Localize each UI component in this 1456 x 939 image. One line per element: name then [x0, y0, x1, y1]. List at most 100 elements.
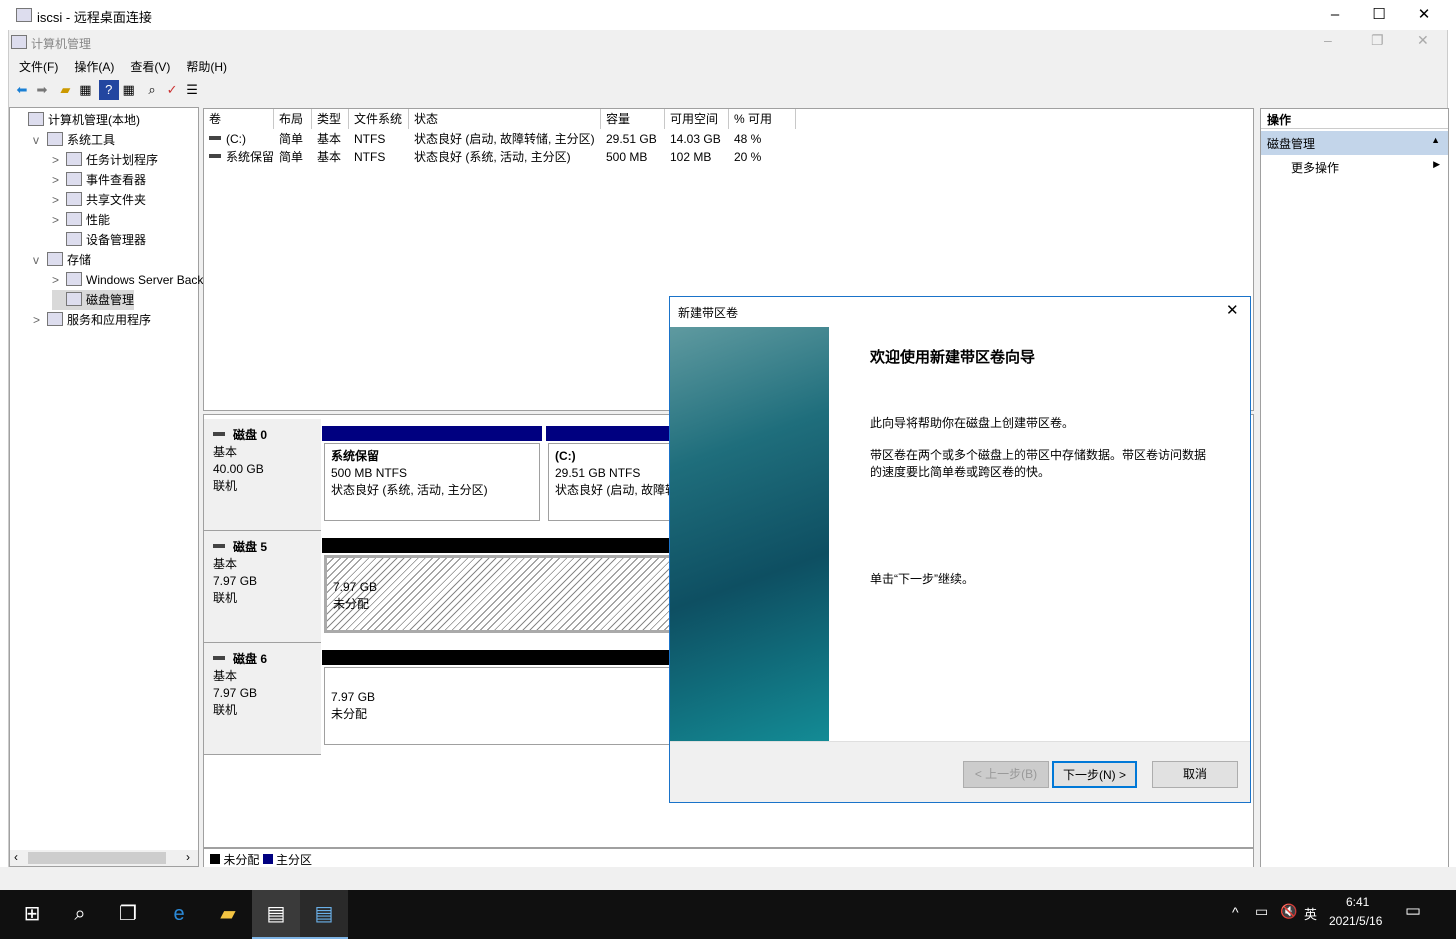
expander-icon[interactable]: v [33, 130, 47, 150]
column-header[interactable]: 类型 [312, 109, 349, 129]
forward-icon[interactable]: ➡ [32, 80, 52, 100]
menu-view[interactable]: 查看(V) [130, 60, 170, 74]
column-header[interactable]: 卷 [204, 109, 274, 129]
tree-item[interactable]: > 任务计划程序 [52, 150, 158, 170]
taskbar: ⊞ ⌕ ❐ e ▰ ▤ ▤ ^ ▭ 🔇 英 6:41 2021/5/16 ▭ [0, 890, 1456, 939]
column-header[interactable]: 状态 [409, 109, 601, 129]
dialog-close-button[interactable]: ✕ [1226, 301, 1239, 319]
actions-pane: 操作 磁盘管理 ▲ 更多操作 ▶ [1260, 108, 1449, 868]
volume-cell[interactable]: 48 % [729, 130, 761, 148]
tree-node-icon [66, 292, 82, 306]
volume-cell[interactable]: 状态良好 (启动, 故障转储, 主分区) [409, 130, 595, 148]
column-header[interactable]: 布局 [274, 109, 312, 129]
action-pane-icon[interactable]: ▦ [119, 80, 139, 100]
volume-cell[interactable]: 基本 [312, 148, 341, 166]
show-hidden-icons[interactable]: ^ [1232, 904, 1239, 920]
computer-management-taskbar-icon[interactable]: ▤ [300, 890, 348, 939]
minimize-button[interactable]: – [1313, 0, 1357, 30]
menu-file[interactable]: 文件(F) [19, 60, 58, 74]
wizard-continue-hint: 单击“下一步”继续。 [870, 572, 974, 586]
clock-date[interactable]: 2021/5/16 [1329, 914, 1382, 928]
volume-cell[interactable]: 29.51 GB [601, 130, 657, 148]
volume-cell[interactable]: 500 MB [601, 148, 647, 166]
expander-icon[interactable]: > [33, 310, 47, 330]
checklist-icon[interactable]: ✓ [162, 80, 182, 100]
internet-explorer-icon[interactable]: e [155, 890, 203, 939]
server-manager-taskbar-icon[interactable]: ▤ [252, 890, 300, 939]
next-button[interactable]: 下一步(N) > [1052, 761, 1137, 788]
tree-item[interactable]: > 事件查看器 [52, 170, 146, 190]
expander-icon[interactable]: > [52, 210, 66, 230]
expander-icon[interactable]: > [52, 190, 66, 210]
tree-item[interactable]: > 性能 [52, 210, 110, 230]
expander-icon[interactable]: > [52, 150, 66, 170]
tree-item[interactable]: v 系统工具 [33, 130, 115, 150]
actions-section-disk-management[interactable]: 磁盘管理 ▲ [1261, 131, 1448, 155]
tree-item[interactable]: v 存储 [33, 250, 91, 270]
partition[interactable]: 系统保留 500 MB NTFS 状态良好 (系统, 活动, 主分区) [324, 443, 540, 521]
volume-cell[interactable]: 20 % [729, 148, 761, 166]
legend-swatch-unallocated [210, 854, 220, 864]
tree-item-label: 设备管理器 [86, 233, 147, 247]
tree-scrollbar[interactable]: ‹ › [10, 850, 198, 866]
volume-cell[interactable]: (C:) [204, 130, 246, 148]
back-button[interactable]: < 上一步(B) [963, 761, 1049, 788]
clock-time[interactable]: 6:41 [1346, 895, 1369, 909]
volume-cell[interactable]: 14.03 GB [665, 130, 721, 148]
tree-item[interactable]: 磁盘管理 [52, 290, 135, 310]
rdp-title: iscsi - 远程桌面连接 [37, 10, 152, 25]
start-windows-icon[interactable]: ⊞ [8, 890, 56, 939]
volume-muted-icon[interactable]: 🔇 [1280, 903, 1297, 920]
volume-cell[interactable]: 系统保留 [204, 148, 274, 166]
legend-unallocated: 未分配 [223, 853, 260, 867]
column-header[interactable]: % 可用 [729, 109, 796, 129]
file-explorer-icon[interactable]: ▰ [204, 890, 252, 939]
maximize-button[interactable]: ☐ [1357, 0, 1401, 30]
expander-icon[interactable]: > [52, 270, 66, 290]
up-folder-icon[interactable]: ▰ [55, 80, 75, 100]
disk-header[interactable]: 磁盘 6 基本 7.97 GB 联机 [204, 643, 321, 755]
help-icon[interactable]: ? [98, 80, 119, 100]
scrollbar-thumb[interactable] [28, 852, 166, 864]
volume-cell[interactable]: NTFS [349, 130, 385, 148]
ime-indicator[interactable]: 英 [1304, 904, 1317, 923]
expander-icon[interactable]: > [52, 170, 66, 190]
close-button[interactable]: ✕ [1402, 0, 1446, 30]
navigation-tree: 计算机管理(本地) v 系统工具 > 任务计划程序 > 事件查看器 > 共享文件夹 > 性能设备管理… [9, 107, 203, 867]
notification-center-icon[interactable]: ▭ [1405, 901, 1421, 921]
volume-cell[interactable]: 基本 [312, 130, 341, 148]
volume-cell[interactable]: 简单 [274, 130, 303, 148]
tree-item[interactable]: > Windows Server Back [52, 270, 203, 290]
tree-item[interactable]: 计算机管理(本地) [14, 110, 140, 130]
cancel-button[interactable]: 取消 [1152, 761, 1238, 788]
partition-bar [322, 426, 542, 441]
volume-cell[interactable]: 简单 [274, 148, 303, 166]
wizard-description: 带区卷在两个或多个磁盘上的带区中存储数据。带区卷访问数据的速度要比简单卷或跨区卷… [870, 448, 1207, 479]
show-tree-icon[interactable]: ▦ [75, 80, 95, 100]
action-more-actions[interactable]: 更多操作 ▶ [1261, 155, 1448, 177]
drive-icon [209, 136, 221, 140]
volume-cell[interactable]: 102 MB [665, 148, 711, 166]
task-view-icon[interactable]: ❐ [104, 890, 152, 939]
network-warning-icon[interactable]: ▭ [1255, 903, 1268, 920]
search-icon[interactable]: ⌕ [56, 890, 104, 939]
disk-header[interactable]: 磁盘 5 基本 7.97 GB 联机 [204, 531, 321, 643]
app-minimize[interactable]: – [1324, 32, 1332, 48]
column-header[interactable]: 可用空间 [665, 109, 729, 129]
volume-cell[interactable]: 状态良好 (系统, 活动, 主分区) [409, 148, 571, 166]
menu-help[interactable]: 帮助(H) [186, 60, 227, 74]
column-header[interactable]: 容量 [601, 109, 665, 129]
app-close[interactable]: ✕ [1417, 32, 1429, 49]
disk-header[interactable]: 磁盘 0 基本 40.00 GB 联机 [204, 419, 321, 531]
connect-icon[interactable]: ⌕ [142, 80, 162, 100]
back-icon[interactable]: ⬅ [12, 80, 32, 100]
app-restore[interactable]: ❐ [1371, 32, 1384, 49]
expander-icon[interactable]: v [33, 250, 47, 270]
tree-item[interactable]: > 共享文件夹 [52, 190, 146, 210]
tree-item[interactable]: > 服务和应用程序 [33, 310, 151, 330]
properties-icon[interactable]: ☰ [182, 80, 202, 100]
tree-item[interactable]: 设备管理器 [52, 230, 146, 250]
menu-action[interactable]: 操作(A) [74, 60, 114, 74]
column-header[interactable]: 文件系统 [349, 109, 409, 129]
volume-cell[interactable]: NTFS [349, 148, 385, 166]
